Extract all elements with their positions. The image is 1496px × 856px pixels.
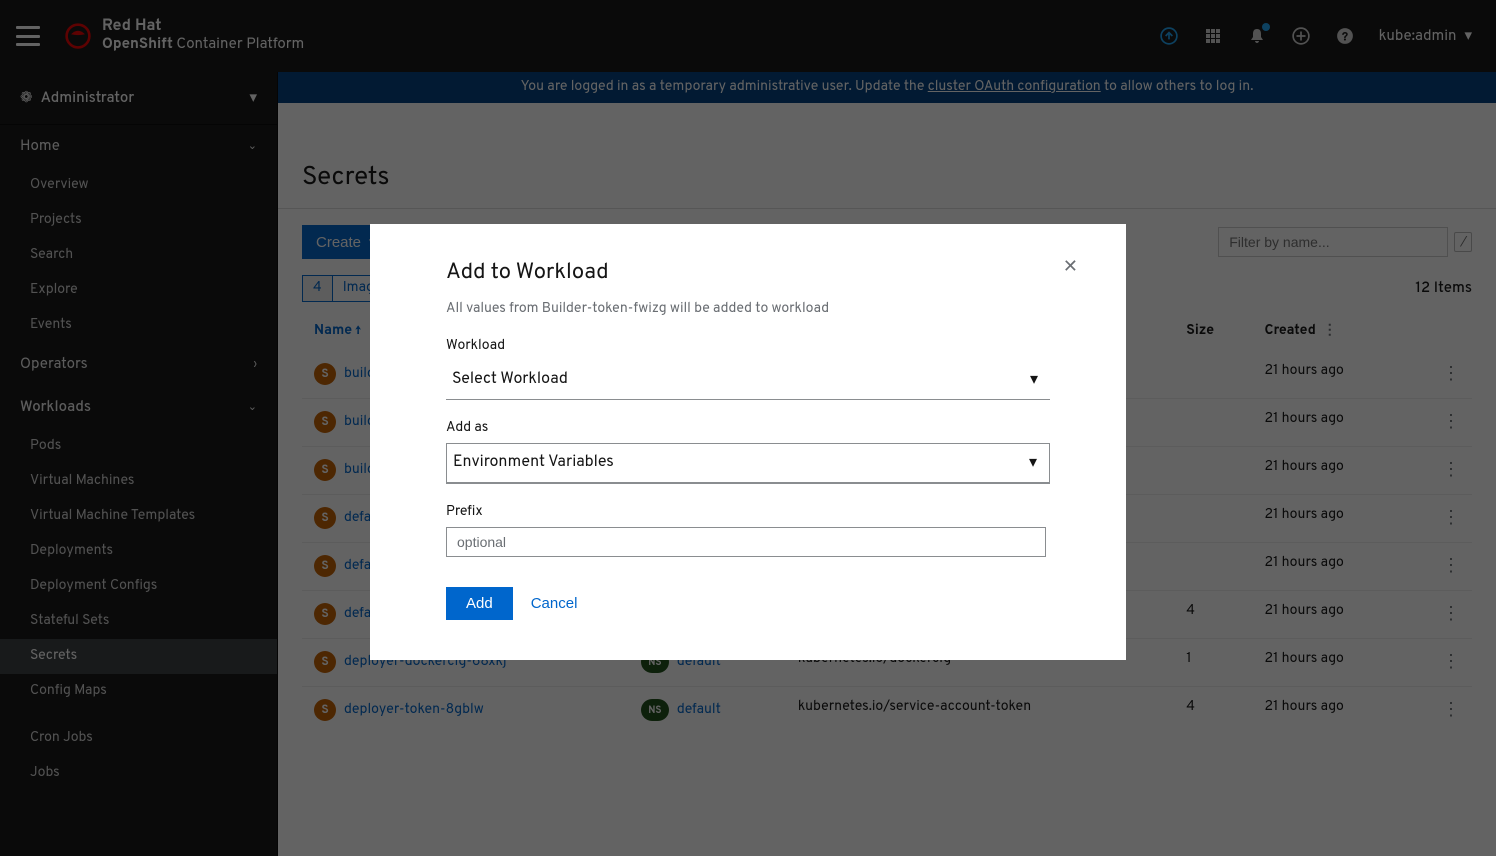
- close-button[interactable]: ✕: [1063, 256, 1078, 277]
- modal-title: Add to Workload: [446, 260, 1050, 287]
- modal-overlay[interactable]: ✕ Add to Workload All values from Builde…: [0, 0, 1496, 856]
- prefix-input[interactable]: [446, 527, 1046, 557]
- modal-description: All values from Builder-token-fwizg will…: [446, 301, 1050, 318]
- add-as-label: Add as: [446, 420, 1050, 437]
- cancel-button[interactable]: Cancel: [531, 595, 578, 612]
- caret-down-icon: ▾: [1029, 452, 1037, 474]
- workload-label: Workload: [446, 338, 1050, 355]
- add-button[interactable]: Add: [446, 587, 513, 620]
- prefix-label: Prefix: [446, 504, 1050, 521]
- add-to-workload-modal: ✕ Add to Workload All values from Builde…: [370, 224, 1126, 660]
- workload-select[interactable]: Select Workload▾: [446, 361, 1050, 400]
- caret-down-icon: ▾: [1030, 369, 1038, 391]
- add-as-select[interactable]: Environment Variables▾: [446, 443, 1050, 484]
